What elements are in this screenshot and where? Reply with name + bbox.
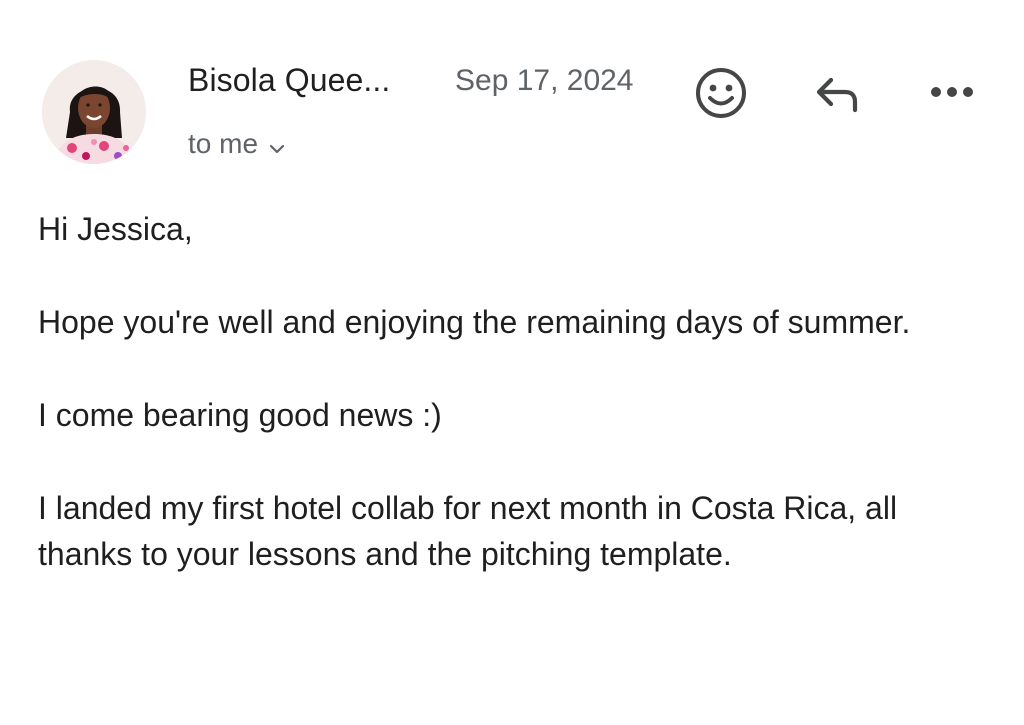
reply-arrow-icon	[816, 77, 858, 113]
add-reaction-button[interactable]	[690, 62, 752, 124]
sender-name[interactable]: Bisola Quee...	[188, 62, 390, 99]
email-body: Hi Jessica, Hope you're well and enjoyin…	[38, 206, 998, 624]
email-paragraph: I come bearing good news :)	[38, 397, 442, 433]
more-options-icon	[931, 87, 973, 97]
email-paragraph: I landed my first hotel collab for next …	[38, 490, 898, 572]
chevron-down-icon	[268, 130, 286, 162]
smiley-face-icon	[696, 68, 746, 118]
reply-button[interactable]	[806, 66, 868, 122]
sender-avatar[interactable]	[42, 60, 146, 164]
email-paragraph: Hope you're well and enjoying the remain…	[38, 304, 911, 340]
avatar-portrait-image	[42, 60, 146, 164]
recipient-label: to me	[188, 128, 259, 159]
email-greeting: Hi Jessica,	[38, 211, 193, 247]
more-options-button[interactable]	[920, 70, 984, 114]
email-header: Bisola Quee... Sep 17, 2024 to me	[0, 0, 1024, 180]
recipient-details-toggle[interactable]: to me	[188, 126, 286, 162]
email-date: Sep 17, 2024	[455, 64, 634, 97]
